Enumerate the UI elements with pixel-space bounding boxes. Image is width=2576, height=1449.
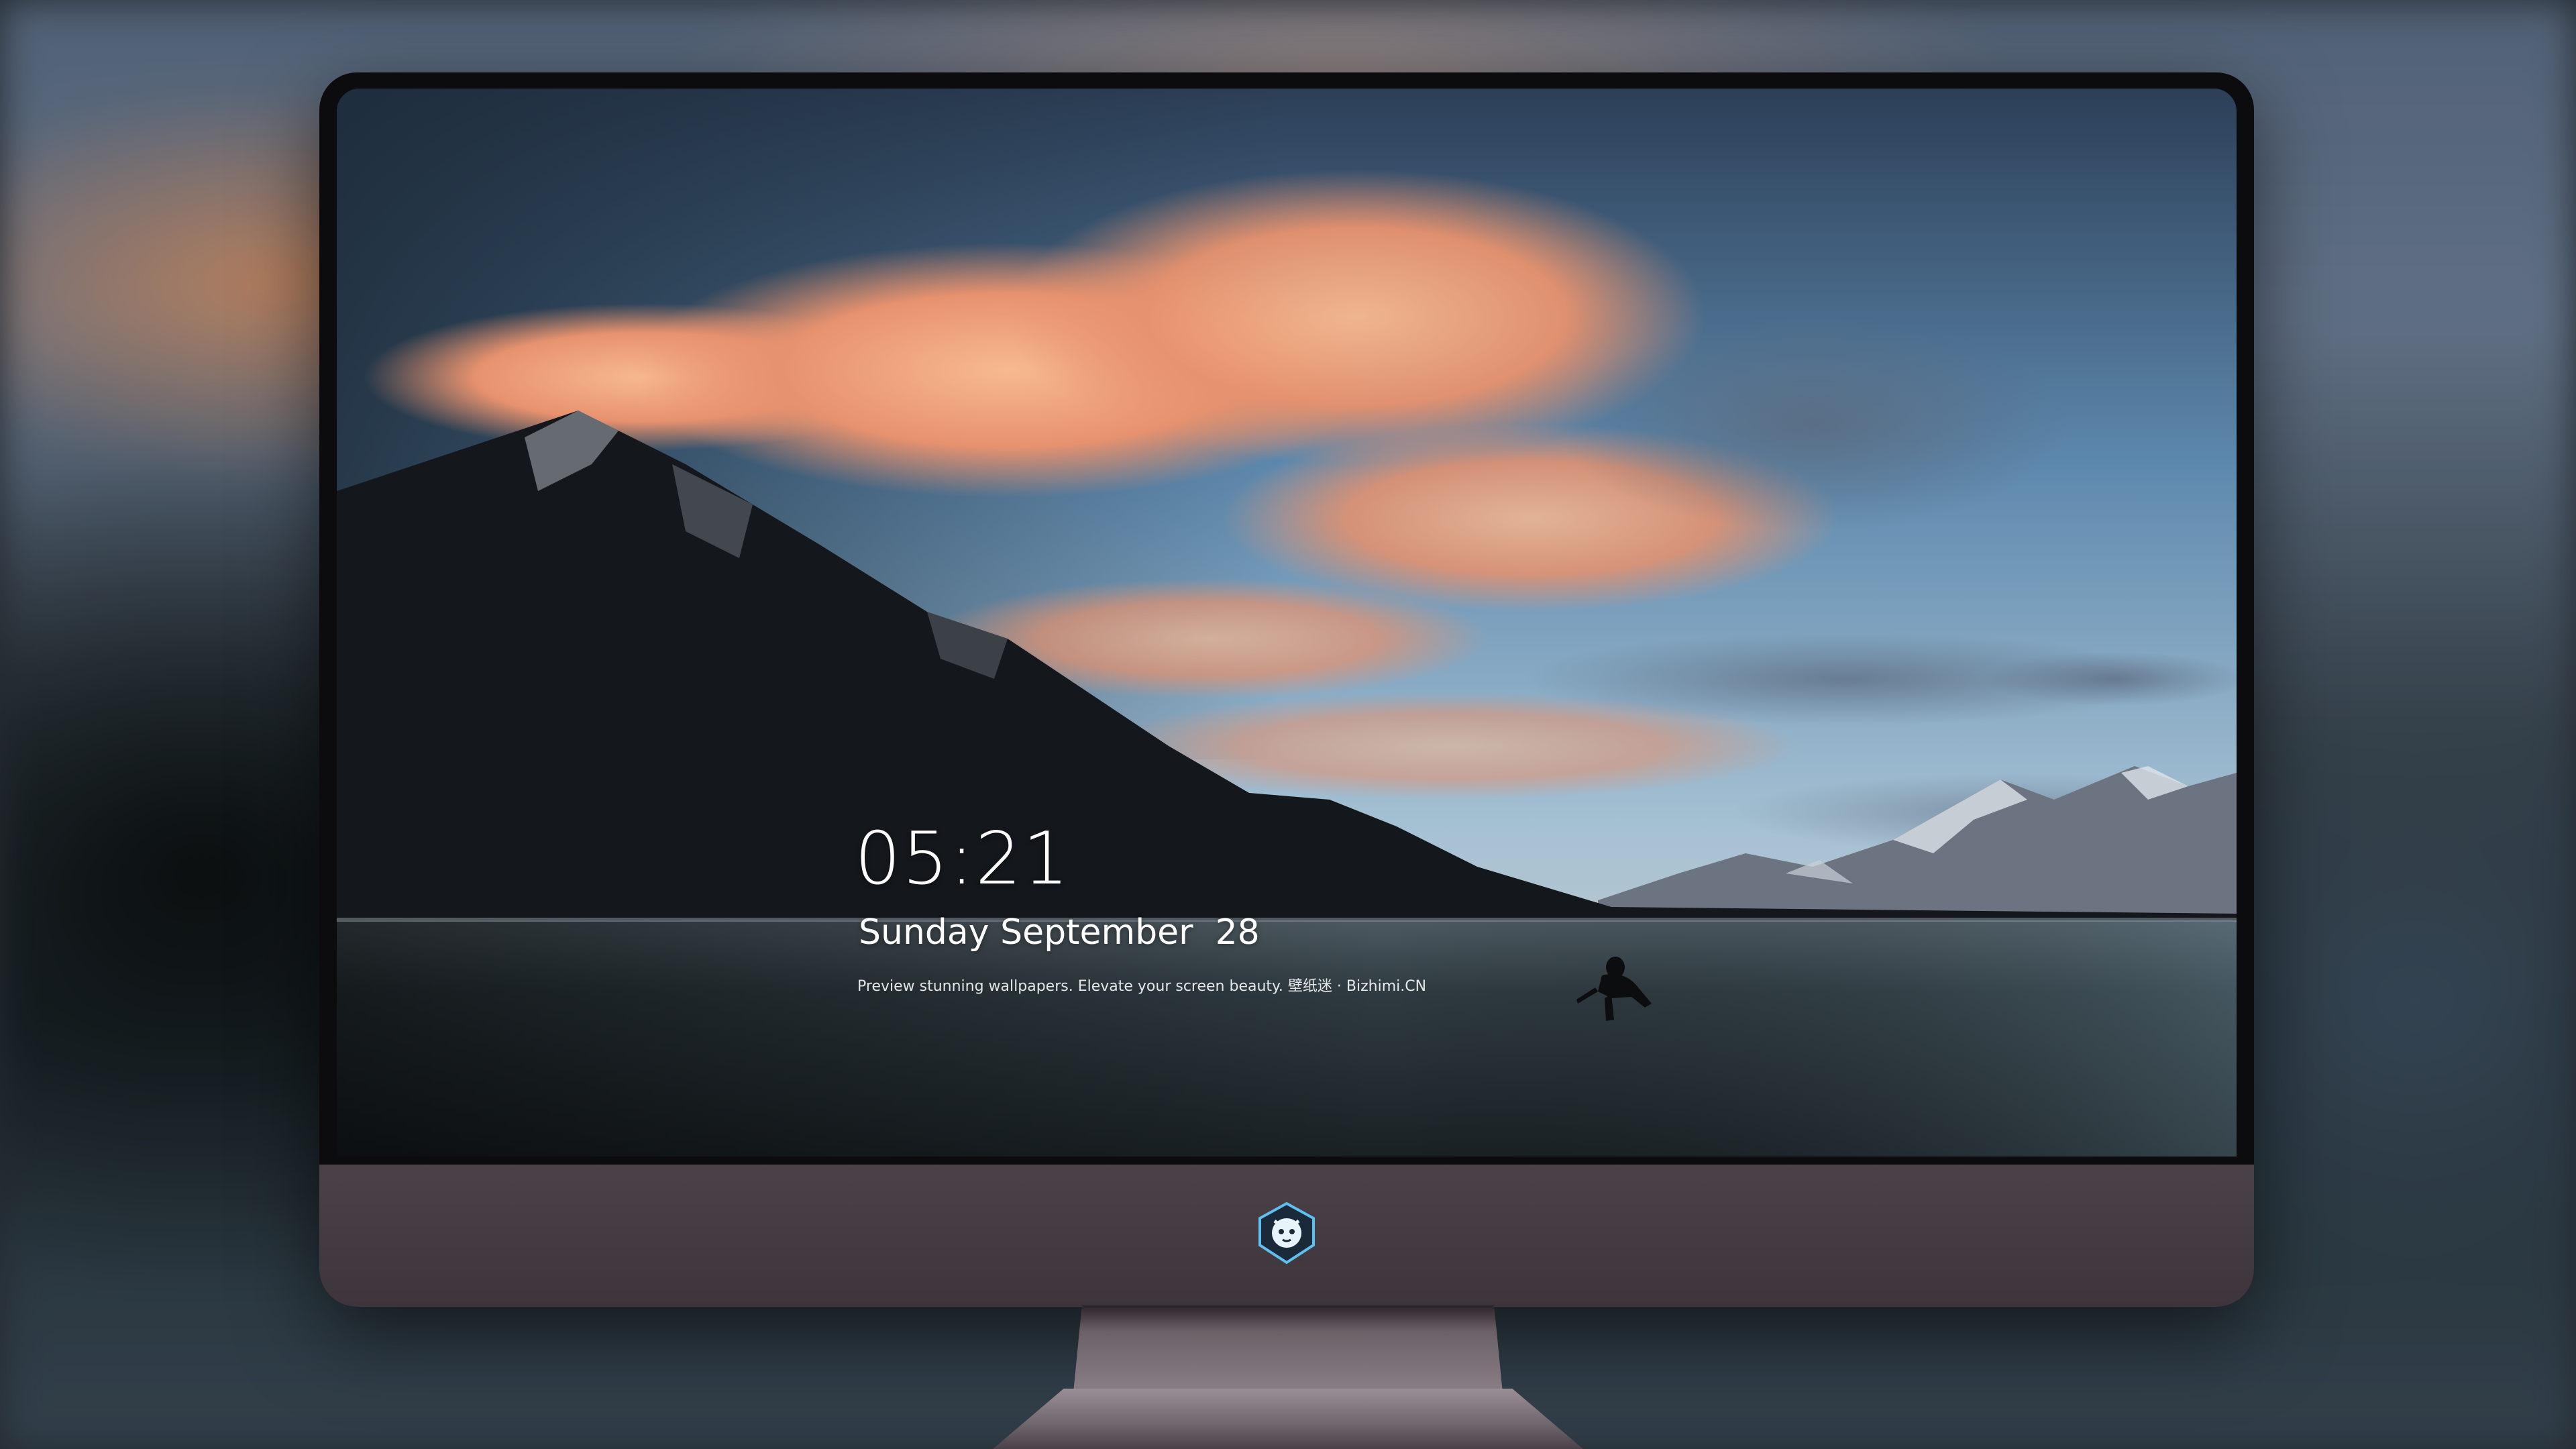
chin-logo-icon [1258,1201,1315,1265]
lock-clock: 05:21 [855,817,1071,901]
monitor: 05:21 Sunday September 28 Preview stunni… [319,72,2254,1307]
wallpaper-tagline: Preview stunning wallpapers. Elevate you… [857,978,1427,995]
lock-screen[interactable]: 05:21 Sunday September 28 Preview stunni… [337,89,2237,1157]
monitor-stand-neck [1073,1305,1503,1393]
wallpaper [337,89,2237,1157]
lock-date: Sunday September 28 [859,912,1260,953]
monitor-stand-base [993,1389,1583,1449]
